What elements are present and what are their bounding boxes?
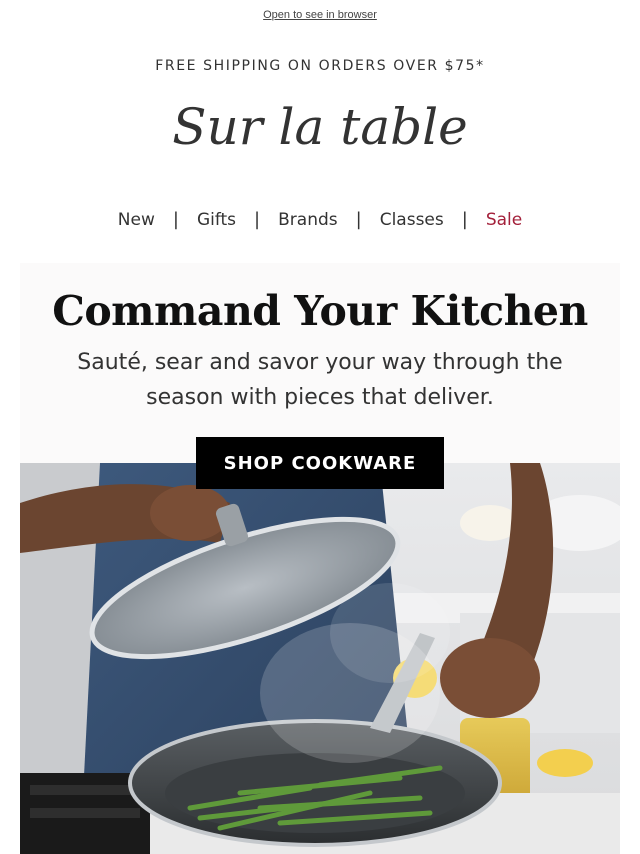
hero-subtitle: Sauté, sear and savor your way through t…: [77, 350, 563, 410]
cooking-hero-image[interactable]: [20, 463, 620, 854]
nav-item-classes[interactable]: Classes: [362, 210, 462, 230]
main-nav: New | Gifts | Brands | Classes | Sale: [0, 209, 640, 230]
shipping-banner: FREE SHIPPING ON ORDERS OVER $75*: [155, 58, 485, 74]
brand-logo[interactable]: Sur la table: [0, 98, 640, 156]
shop-cookware-button[interactable]: SHOP COOKWARE: [196, 437, 444, 489]
nav-item-new[interactable]: New: [100, 210, 173, 230]
browser-link-row: Open to see in browser: [0, 9, 640, 21]
open-in-browser-link[interactable]: Open to see in browser: [263, 9, 377, 21]
hero-title: Command Your Kitchen: [52, 287, 588, 335]
nav-item-gifts[interactable]: Gifts: [179, 210, 254, 230]
nav-item-brands[interactable]: Brands: [260, 210, 356, 230]
hero-banner: Command Your Kitchen Sauté, sear and sav…: [20, 263, 620, 854]
nav-item-sale[interactable]: Sale: [468, 210, 540, 230]
